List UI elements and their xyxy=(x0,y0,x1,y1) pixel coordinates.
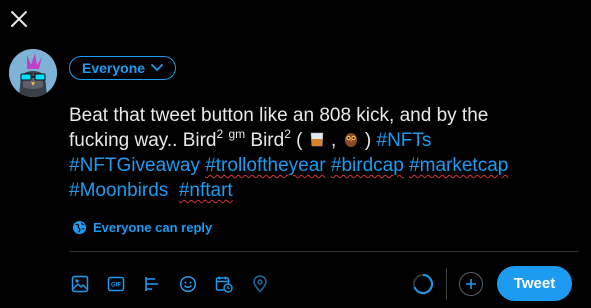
audience-selector[interactable]: Everyone xyxy=(69,56,177,80)
hashtag-nftgiveaway[interactable]: #NFTGiveaway xyxy=(69,155,200,176)
image-icon xyxy=(71,275,89,293)
hashtag-nfts[interactable]: #NFTs xyxy=(377,130,432,151)
reply-setting-label: Everyone can reply xyxy=(93,220,213,235)
schedule-icon xyxy=(215,276,233,293)
gif-icon: GIF xyxy=(107,276,125,292)
tweet-line-2-prefix: fucking way.. Bird xyxy=(69,130,217,151)
gif-button[interactable]: GIF xyxy=(105,273,127,295)
owl-icon xyxy=(344,133,357,147)
character-count-ring xyxy=(412,273,434,295)
hashtag-trolloftheyear[interactable]: #trolloftheyear xyxy=(205,155,325,176)
superscript-2: 2 xyxy=(216,127,224,141)
location-icon xyxy=(253,275,267,293)
plus-icon xyxy=(466,279,476,289)
emoji-button[interactable] xyxy=(177,273,199,295)
comma: , xyxy=(325,130,337,151)
hashtag-moonbirds[interactable]: #Moonbirds xyxy=(69,180,168,201)
svg-text:GIF: GIF xyxy=(111,283,121,289)
divider xyxy=(69,251,579,252)
composer-toolbar: GIF xyxy=(69,273,271,295)
reply-setting-button[interactable]: Everyone can reply xyxy=(72,220,212,235)
location-button[interactable] xyxy=(249,273,271,295)
close-button[interactable] xyxy=(8,8,30,30)
superscript-2b: 2 xyxy=(284,127,291,141)
add-thread-button[interactable] xyxy=(459,272,483,296)
close-icon xyxy=(11,11,27,27)
hashtag-birdcap[interactable]: #birdcap xyxy=(331,155,404,176)
hashtag-nftart[interactable]: #nftart xyxy=(179,180,233,201)
superscript-gm: gm xyxy=(228,127,246,141)
tweet-text-area[interactable]: Beat that tweet button like an 808 kick,… xyxy=(69,103,569,203)
tweet-button[interactable]: Tweet xyxy=(497,266,572,301)
hashtag-marketcap[interactable]: #marketcap xyxy=(409,155,508,176)
bird-word: Bird xyxy=(250,130,285,151)
audience-label: Everyone xyxy=(82,60,146,76)
toolbar-separator xyxy=(446,268,447,300)
poll-icon xyxy=(145,277,158,291)
close-paren: ) xyxy=(364,130,372,151)
open-paren: ( xyxy=(290,130,303,151)
whiskey-glass-icon xyxy=(310,132,324,147)
avatar-icon xyxy=(9,49,57,97)
media-button[interactable] xyxy=(69,273,91,295)
avatar[interactable] xyxy=(9,49,57,97)
chevron-down-icon xyxy=(151,64,163,72)
emoji-icon xyxy=(179,275,197,293)
schedule-button[interactable] xyxy=(213,273,235,295)
tweet-line-1: Beat that tweet button like an 808 kick,… xyxy=(69,105,489,126)
globe-icon xyxy=(72,220,87,235)
progress-ring-icon xyxy=(413,274,433,294)
poll-button[interactable] xyxy=(141,273,163,295)
